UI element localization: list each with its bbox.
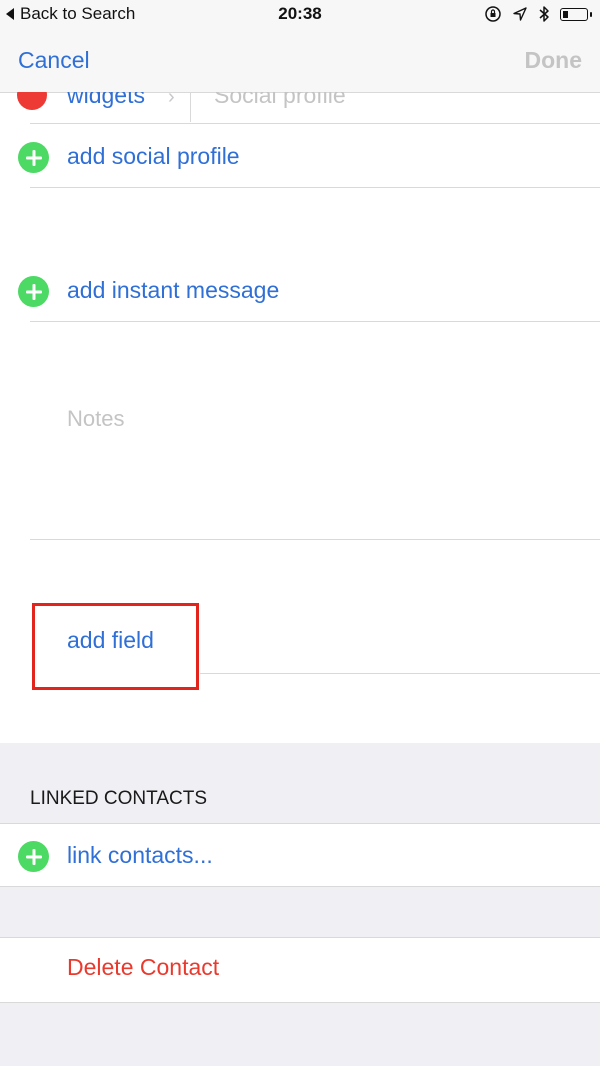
field-divider	[190, 92, 191, 122]
delete-contact-button[interactable]: Delete Contact	[67, 954, 219, 981]
linked-contacts-header: LINKED CONTACTS	[30, 788, 208, 809]
battery-icon	[560, 7, 592, 21]
row-separator	[30, 123, 600, 124]
bottom-background	[0, 1003, 600, 1066]
orientation-lock-icon	[485, 6, 501, 22]
row-separator	[30, 187, 600, 188]
delete-section-gap	[0, 887, 600, 937]
linked-contacts-section-background	[0, 743, 600, 823]
social-profile-type-label[interactable]: widgets	[67, 92, 145, 109]
notes-field[interactable]: Notes	[67, 406, 124, 432]
status-icons	[484, 5, 592, 23]
add-instant-message-plus-icon[interactable]	[18, 276, 49, 307]
row-separator	[30, 539, 600, 540]
section-separator	[0, 823, 600, 824]
add-social-profile-plus-icon[interactable]	[18, 142, 49, 173]
done-button[interactable]: Done	[525, 47, 583, 74]
social-profile-input[interactable]: Social profile	[214, 92, 346, 109]
link-contacts-plus-icon[interactable]	[18, 841, 49, 872]
add-social-profile-button[interactable]: add social profile	[67, 143, 240, 170]
section-separator	[0, 937, 600, 938]
highlight-annotation-box	[32, 603, 199, 690]
row-separator	[200, 673, 600, 674]
chevron-right-icon: ›	[168, 92, 175, 108]
add-instant-message-button[interactable]: add instant message	[67, 277, 279, 304]
social-profile-row: widgets › Social profile	[0, 92, 600, 122]
link-contacts-button[interactable]: link contacts...	[67, 842, 213, 869]
location-icon	[513, 7, 527, 21]
cancel-button[interactable]: Cancel	[18, 47, 90, 74]
remove-field-icon[interactable]	[17, 92, 47, 110]
bluetooth-icon	[539, 6, 549, 22]
row-separator	[30, 321, 600, 322]
navigation-bar	[0, 30, 600, 93]
